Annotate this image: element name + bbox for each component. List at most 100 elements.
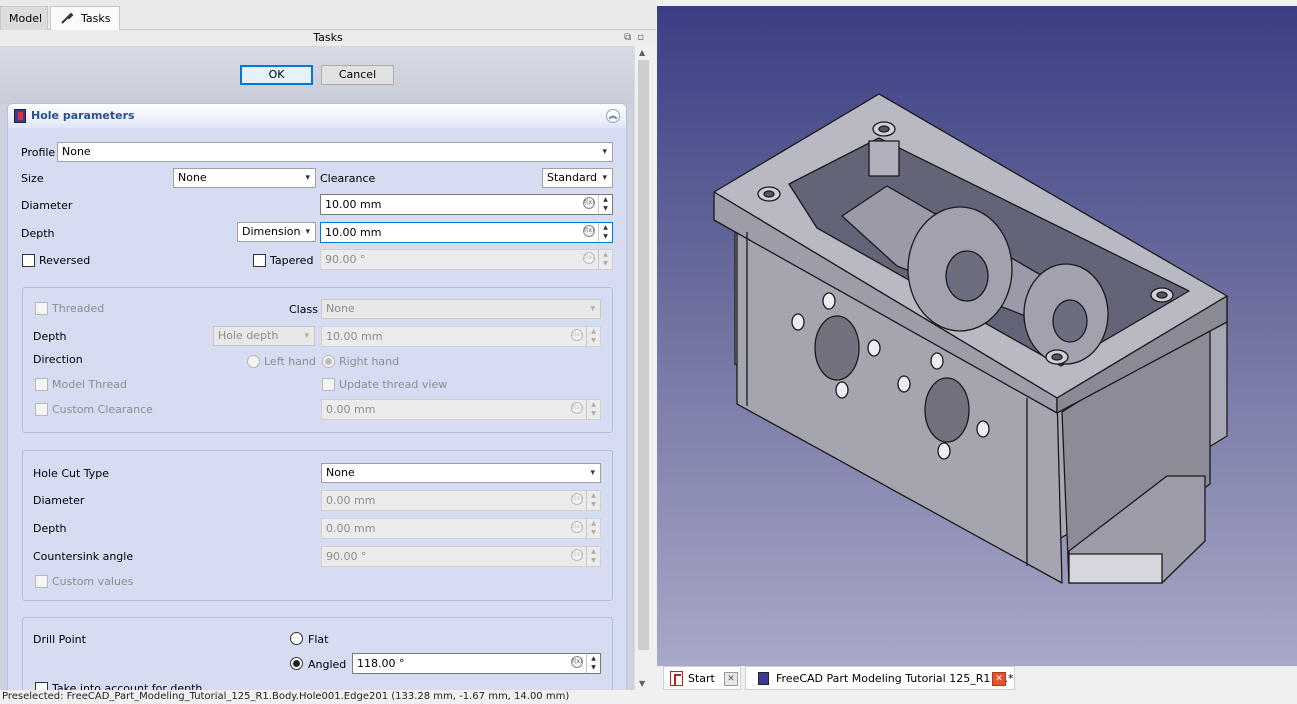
cut-depth-input[interactable]: 0.00 mm f(x) ▲ ▼ xyxy=(321,518,601,539)
scroll-down-icon[interactable]: ▼ xyxy=(639,679,645,688)
reversed-checkbox[interactable] xyxy=(22,254,35,267)
expression-icon[interactable]: f(x) xyxy=(583,197,595,209)
thread-depth-type-select[interactable]: Hole depth ▾ xyxy=(213,326,315,346)
tab-model[interactable]: Model xyxy=(0,6,48,30)
task-panel: OK Cancel Hole parameters ︽ Profile None… xyxy=(0,46,634,690)
collapse-icon[interactable]: ︽ xyxy=(606,109,620,123)
spin-arrows-icon: ▲ ▼ xyxy=(586,519,600,538)
countersink-angle-label: Countersink angle xyxy=(33,550,134,563)
expression-icon: f(x) xyxy=(571,493,583,505)
drill-angle-value: 118.00 ° xyxy=(357,657,405,670)
3d-viewport[interactable] xyxy=(657,6,1297,666)
task-panel-scrollbar[interactable]: ▲ ▼ xyxy=(634,46,651,690)
depth-value: 10.00 mm xyxy=(325,226,382,239)
close-icon[interactable]: ✕ xyxy=(992,672,1006,686)
scroll-up-icon[interactable]: ▲ xyxy=(639,48,645,57)
tab-document[interactable]: FreeCAD Part Modeling Tutorial 125_R1 : … xyxy=(745,666,1015,690)
drill-angle-input[interactable]: 118.00 ° f(x) ▲ ▼ xyxy=(352,653,601,674)
size-label: Size xyxy=(21,172,44,185)
tapered-checkbox[interactable] xyxy=(253,254,266,267)
cut-diameter-value: 0.00 mm xyxy=(326,494,376,507)
direction-label: Direction xyxy=(33,353,83,366)
chevron-down-icon: ▾ xyxy=(305,227,310,237)
flat-label: Flat xyxy=(308,633,329,646)
drill-point-group: Drill Point Flat Angled 118.00 ° f(x) ▲ ▼ T… xyxy=(22,617,613,690)
thread-depth-input[interactable]: 10.00 mm f(x) ▲ ▼ xyxy=(321,326,601,347)
countersink-angle-input[interactable]: 90.00 ° f(x) ▲ ▼ xyxy=(321,546,601,567)
cut-diameter-input[interactable]: 0.00 mm f(x) ▲ ▼ xyxy=(321,490,601,511)
tab-start[interactable]: Start ✕ xyxy=(663,666,741,690)
tab-tasks-label: Tasks xyxy=(81,12,111,25)
freecad-logo-icon xyxy=(670,671,683,686)
tab-document-label: FreeCAD Part Modeling Tutorial 125_R1 : … xyxy=(776,672,1014,685)
right-hand-radio[interactable] xyxy=(322,355,335,368)
chevron-down-icon: ▾ xyxy=(590,304,595,314)
chevron-down-icon: ▾ xyxy=(305,173,310,183)
tab-tasks[interactable]: Tasks xyxy=(50,6,120,31)
flat-radio[interactable] xyxy=(290,632,303,645)
tab-start-label: Start xyxy=(688,672,715,685)
cancel-button[interactable]: Cancel xyxy=(321,65,394,85)
scrollbar-thumb[interactable] xyxy=(638,60,649,650)
threaded-checkbox[interactable] xyxy=(35,302,48,315)
class-select[interactable]: None ▾ xyxy=(321,299,601,319)
document-icon xyxy=(758,672,769,685)
depth-type-select[interactable]: Dimension ▾ xyxy=(237,222,316,242)
expression-icon: f(x) xyxy=(571,402,583,414)
spin-arrows-icon[interactable]: ▲ ▼ xyxy=(598,195,612,214)
depth-account-checkbox[interactable] xyxy=(35,682,48,690)
spin-arrows-icon[interactable]: ▲ ▼ xyxy=(598,223,612,242)
hole-cut-type-select[interactable]: None ▾ xyxy=(321,463,601,483)
thread-depth-value: 10.00 mm xyxy=(326,330,383,343)
angled-radio[interactable] xyxy=(290,657,303,670)
profile-label: Profile xyxy=(21,146,56,159)
taper-angle-input[interactable]: 90.00 ° f(x) ▲ ▼ xyxy=(320,249,613,270)
hole-cut-group: Hole Cut Type None ▾ Diameter 0.00 mm f(x)… xyxy=(22,450,613,601)
custom-clearance-label: Custom Clearance xyxy=(52,403,153,416)
spin-arrows-icon[interactable]: ▲ ▼ xyxy=(586,654,600,673)
left-hand-radio[interactable] xyxy=(247,355,260,368)
expression-icon: f(x) xyxy=(571,549,583,561)
diameter-value: 10.00 mm xyxy=(325,198,382,211)
left-hand-label: Left hand xyxy=(264,355,316,368)
hole-parameters-header[interactable]: Hole parameters ︽ xyxy=(8,104,626,128)
depth-account-label: Take into account for depth xyxy=(52,682,203,690)
custom-clearance-checkbox[interactable] xyxy=(35,403,48,416)
depth-input[interactable]: 10.00 mm f(x) ▲ ▼ xyxy=(320,222,613,243)
clearance-select[interactable]: Standard ▾ xyxy=(542,168,613,188)
thread-depth-label: Depth xyxy=(33,330,67,343)
panel-float-close-icons[interactable]: ⧉▫ xyxy=(616,30,656,46)
dialog-button-area: OK Cancel xyxy=(0,46,634,104)
hole-cut-type-label: Hole Cut Type xyxy=(33,467,110,480)
reversed-label: Reversed xyxy=(39,254,91,267)
depth-type-value: Dimension xyxy=(242,225,301,238)
spin-arrows-icon: ▲ ▼ xyxy=(598,250,612,269)
custom-clearance-input[interactable]: 0.00 mm f(x) ▲ ▼ xyxy=(321,399,601,420)
expression-icon[interactable]: f(x) xyxy=(583,225,595,237)
profile-select[interactable]: None ▾ xyxy=(57,142,613,162)
hole-cut-type-value: None xyxy=(326,466,355,479)
expression-icon[interactable]: f(x) xyxy=(571,656,583,668)
thread-group: Threaded Class None ▾ Depth Hole depth ▾ 1… xyxy=(22,287,613,433)
chevron-down-icon: ▾ xyxy=(602,147,607,157)
size-select[interactable]: None ▾ xyxy=(173,168,316,188)
diameter-label: Diameter xyxy=(21,199,73,212)
ok-button[interactable]: OK xyxy=(240,65,313,85)
hole-feature-icon xyxy=(14,109,26,123)
chevron-down-icon: ▾ xyxy=(304,331,309,341)
countersink-angle-value: 90.00 ° xyxy=(326,550,367,563)
right-hand-label: Right hand xyxy=(339,355,400,368)
custom-values-checkbox[interactable] xyxy=(35,575,48,588)
taper-angle-value: 90.00 ° xyxy=(325,253,366,266)
update-thread-view-label: Update thread view xyxy=(339,378,448,391)
diameter-input[interactable]: 10.00 mm f(x) ▲ ▼ xyxy=(320,194,613,215)
depth-label: Depth xyxy=(21,227,55,240)
gearbox-model[interactable] xyxy=(657,6,1297,666)
update-thread-view-checkbox[interactable] xyxy=(322,378,335,391)
clearance-value: Standard xyxy=(547,171,598,184)
close-icon[interactable]: ✕ xyxy=(724,672,738,686)
spin-arrows-icon: ▲ ▼ xyxy=(586,491,600,510)
threaded-label: Threaded xyxy=(52,302,105,315)
hole-parameters-box: Hole parameters ︽ Profile None ▾ Size Non… xyxy=(7,103,627,690)
model-thread-checkbox[interactable] xyxy=(35,378,48,391)
